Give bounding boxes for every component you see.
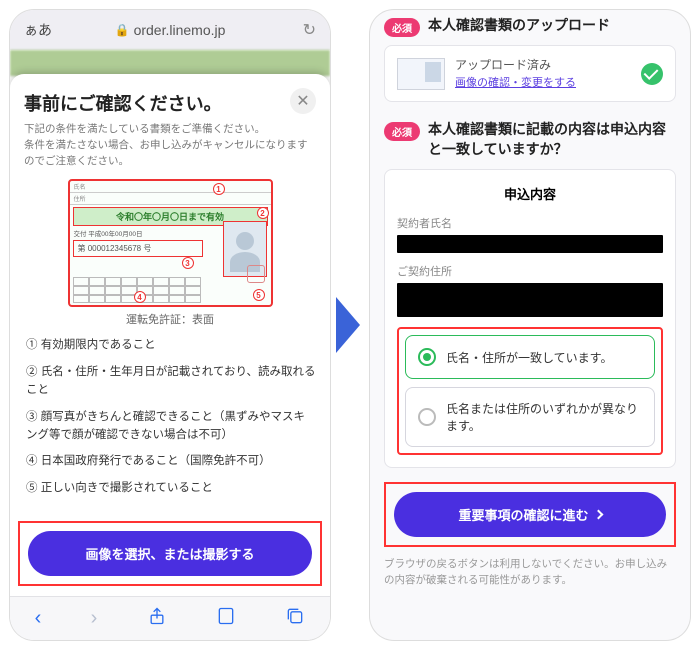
select-image-button[interactable]: 画像を選択、または撮影する <box>28 531 312 576</box>
required-badge: 必須 <box>384 122 420 141</box>
bookmarks-icon[interactable] <box>216 606 236 632</box>
background-dimmed <box>10 50 330 76</box>
share-icon[interactable] <box>147 606 167 632</box>
license-caption: 運転免許証：表面 <box>24 311 316 327</box>
arrow-icon <box>336 297 360 353</box>
chevron-right-icon <box>593 510 603 520</box>
requirement-item: ③ 顔写真がきちんと確認できること（黒ずみやマスキング等で顔が確認できない場合は… <box>24 409 316 445</box>
phone-right: 必須 本人確認書類のアップロード アップロード済み 画像の確認・変更をする 必須… <box>370 10 690 640</box>
field-label-address: ご契約住所 <box>397 263 663 279</box>
phone-left: ぁあ 🔒 order.linemo.jp ↻ ✕ 事前にご確認ください。 下記の… <box>10 10 330 640</box>
radio-mismatch[interactable]: 氏名または住所のいずれかが異なります。 <box>405 387 655 447</box>
cta-highlight-frame: 画像を選択、または撮影する <box>18 521 322 586</box>
forward-icon[interactable]: › <box>91 607 98 630</box>
requirement-list: ① 有効期限内であること ② 氏名・住所・生年月日が記載されており、読み取れるこ… <box>24 337 316 498</box>
close-icon[interactable]: ✕ <box>290 88 316 114</box>
radio-match[interactable]: 氏名・住所が一致しています。 <box>405 335 655 379</box>
tabs-icon[interactable] <box>285 606 305 632</box>
stamp-icon <box>247 265 265 283</box>
redacted-address <box>397 283 663 317</box>
browser-toolbar: ‹ › <box>10 596 330 640</box>
check-icon <box>641 63 663 85</box>
proceed-button[interactable]: 重要事項の確認に進む <box>394 492 666 537</box>
section-match-title: 必須 本人確認書類に記載の内容は申込内容と一致していますか？ <box>384 120 676 159</box>
url-text[interactable]: order.linemo.jp <box>134 22 226 38</box>
card-title: 申込内容 <box>397 184 663 203</box>
requirement-item: ② 氏名・住所・生年月日が記載されており、読み取れること <box>24 364 316 400</box>
field-label-name: 契約者氏名 <box>397 215 663 231</box>
upload-card: アップロード済み 画像の確認・変更をする <box>384 45 676 102</box>
redacted-name <box>397 235 663 253</box>
modal-sheet: ✕ 事前にご確認ください。 下記の条件を満たしている書類をご準備ください。 条件… <box>10 74 330 640</box>
back-icon[interactable]: ‹ <box>35 607 42 630</box>
section-upload-title: 必須 本人確認書類のアップロード <box>384 16 676 37</box>
browser-bar: ぁあ 🔒 order.linemo.jp ↻ <box>10 10 330 50</box>
requirement-item: ⑤ 正しい向きで撮影されていること <box>24 480 316 498</box>
upload-thumbnail <box>397 58 445 90</box>
cta-highlight-frame: 重要事項の確認に進む <box>384 482 676 547</box>
text-size-control[interactable]: ぁあ <box>24 20 52 40</box>
requirement-item: ④ 日本国政府発行であること（国際免許不可） <box>24 453 316 471</box>
license-number: 第 000012345678 号 <box>73 240 203 257</box>
application-content-card: 申込内容 契約者氏名 ご契約住所 氏名・住所が一致しています。 氏名または住所の… <box>384 169 676 468</box>
upload-status: アップロード済み <box>455 56 631 73</box>
license-sample: 氏名 住所 令和〇年〇月〇日まで有効 交付 平成00年00月00日 第 0000… <box>68 179 273 307</box>
radio-dot-icon <box>418 408 436 426</box>
reload-icon[interactable]: ↻ <box>303 20 316 40</box>
radio-dot-icon <box>418 348 436 366</box>
required-badge: 必須 <box>384 18 420 37</box>
sheet-note: 下記の条件を満たしている書類をご準備ください。 条件を満たさない場合、お申し込み… <box>24 122 316 169</box>
footer-warning: ブラウザの戻るボタンは利用しないでください。お申し込みの内容が破棄される可能性が… <box>384 557 676 589</box>
lock-icon: 🔒 <box>115 23 130 37</box>
radio-highlight-frame: 氏名・住所が一致しています。 氏名または住所のいずれかが異なります。 <box>397 327 663 455</box>
upload-edit-link[interactable]: 画像の確認・変更をする <box>455 77 576 89</box>
sheet-title: 事前にご確認ください。 <box>24 90 316 116</box>
requirement-item: ① 有効期限内であること <box>24 337 316 355</box>
